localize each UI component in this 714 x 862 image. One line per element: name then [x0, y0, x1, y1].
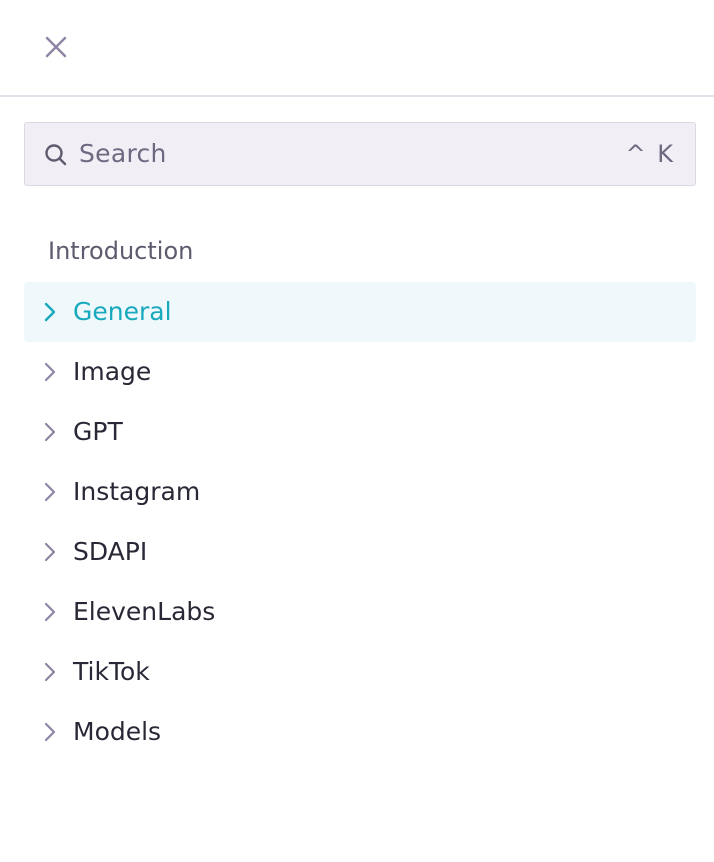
sidebar-item-label: Models	[73, 717, 162, 746]
sidebar-item-general[interactable]: General	[24, 282, 696, 342]
close-button[interactable]	[40, 31, 72, 63]
sidebar-item-image[interactable]: Image	[24, 342, 696, 402]
sidebar-item-instagram[interactable]: Instagram	[24, 462, 696, 522]
sidebar-nav: General Image GPT Instagram SDAPI Eleven…	[24, 282, 696, 762]
chevron-right-icon	[44, 302, 56, 322]
chevron-right-icon	[44, 602, 56, 622]
search-icon	[44, 143, 68, 167]
sidebar-item-tiktok[interactable]: TikTok	[24, 642, 696, 702]
sidebar-item-label: GPT	[73, 417, 123, 446]
sidebar-item-sdapi[interactable]: SDAPI	[24, 522, 696, 582]
chevron-right-icon	[44, 422, 56, 442]
chevron-right-icon	[44, 542, 56, 562]
close-icon	[45, 36, 67, 58]
chevron-right-icon	[44, 722, 56, 742]
sidebar-item-label: Instagram	[73, 477, 201, 506]
sidebar-item-label: ElevenLabs	[73, 597, 216, 626]
sidebar-item-label: TikTok	[73, 657, 150, 686]
section-title-introduction: Introduction	[48, 237, 194, 265]
search-shortcut-hint: ^ K	[625, 140, 675, 168]
chevron-right-icon	[44, 482, 56, 502]
sidebar-item-models[interactable]: Models	[24, 702, 696, 762]
chevron-right-icon	[44, 362, 56, 382]
sidebar-item-gpt[interactable]: GPT	[24, 402, 696, 462]
search-placeholder: Search	[79, 139, 167, 168]
sidebar-item-elevenlabs[interactable]: ElevenLabs	[24, 582, 696, 642]
sidebar-item-label: SDAPI	[73, 537, 148, 566]
sidebar-item-label: Image	[73, 357, 152, 386]
search-bar[interactable]: Search ^ K	[24, 122, 696, 186]
chevron-right-icon	[44, 662, 56, 682]
top-bar	[0, 0, 714, 97]
sidebar-item-label: General	[73, 297, 172, 326]
